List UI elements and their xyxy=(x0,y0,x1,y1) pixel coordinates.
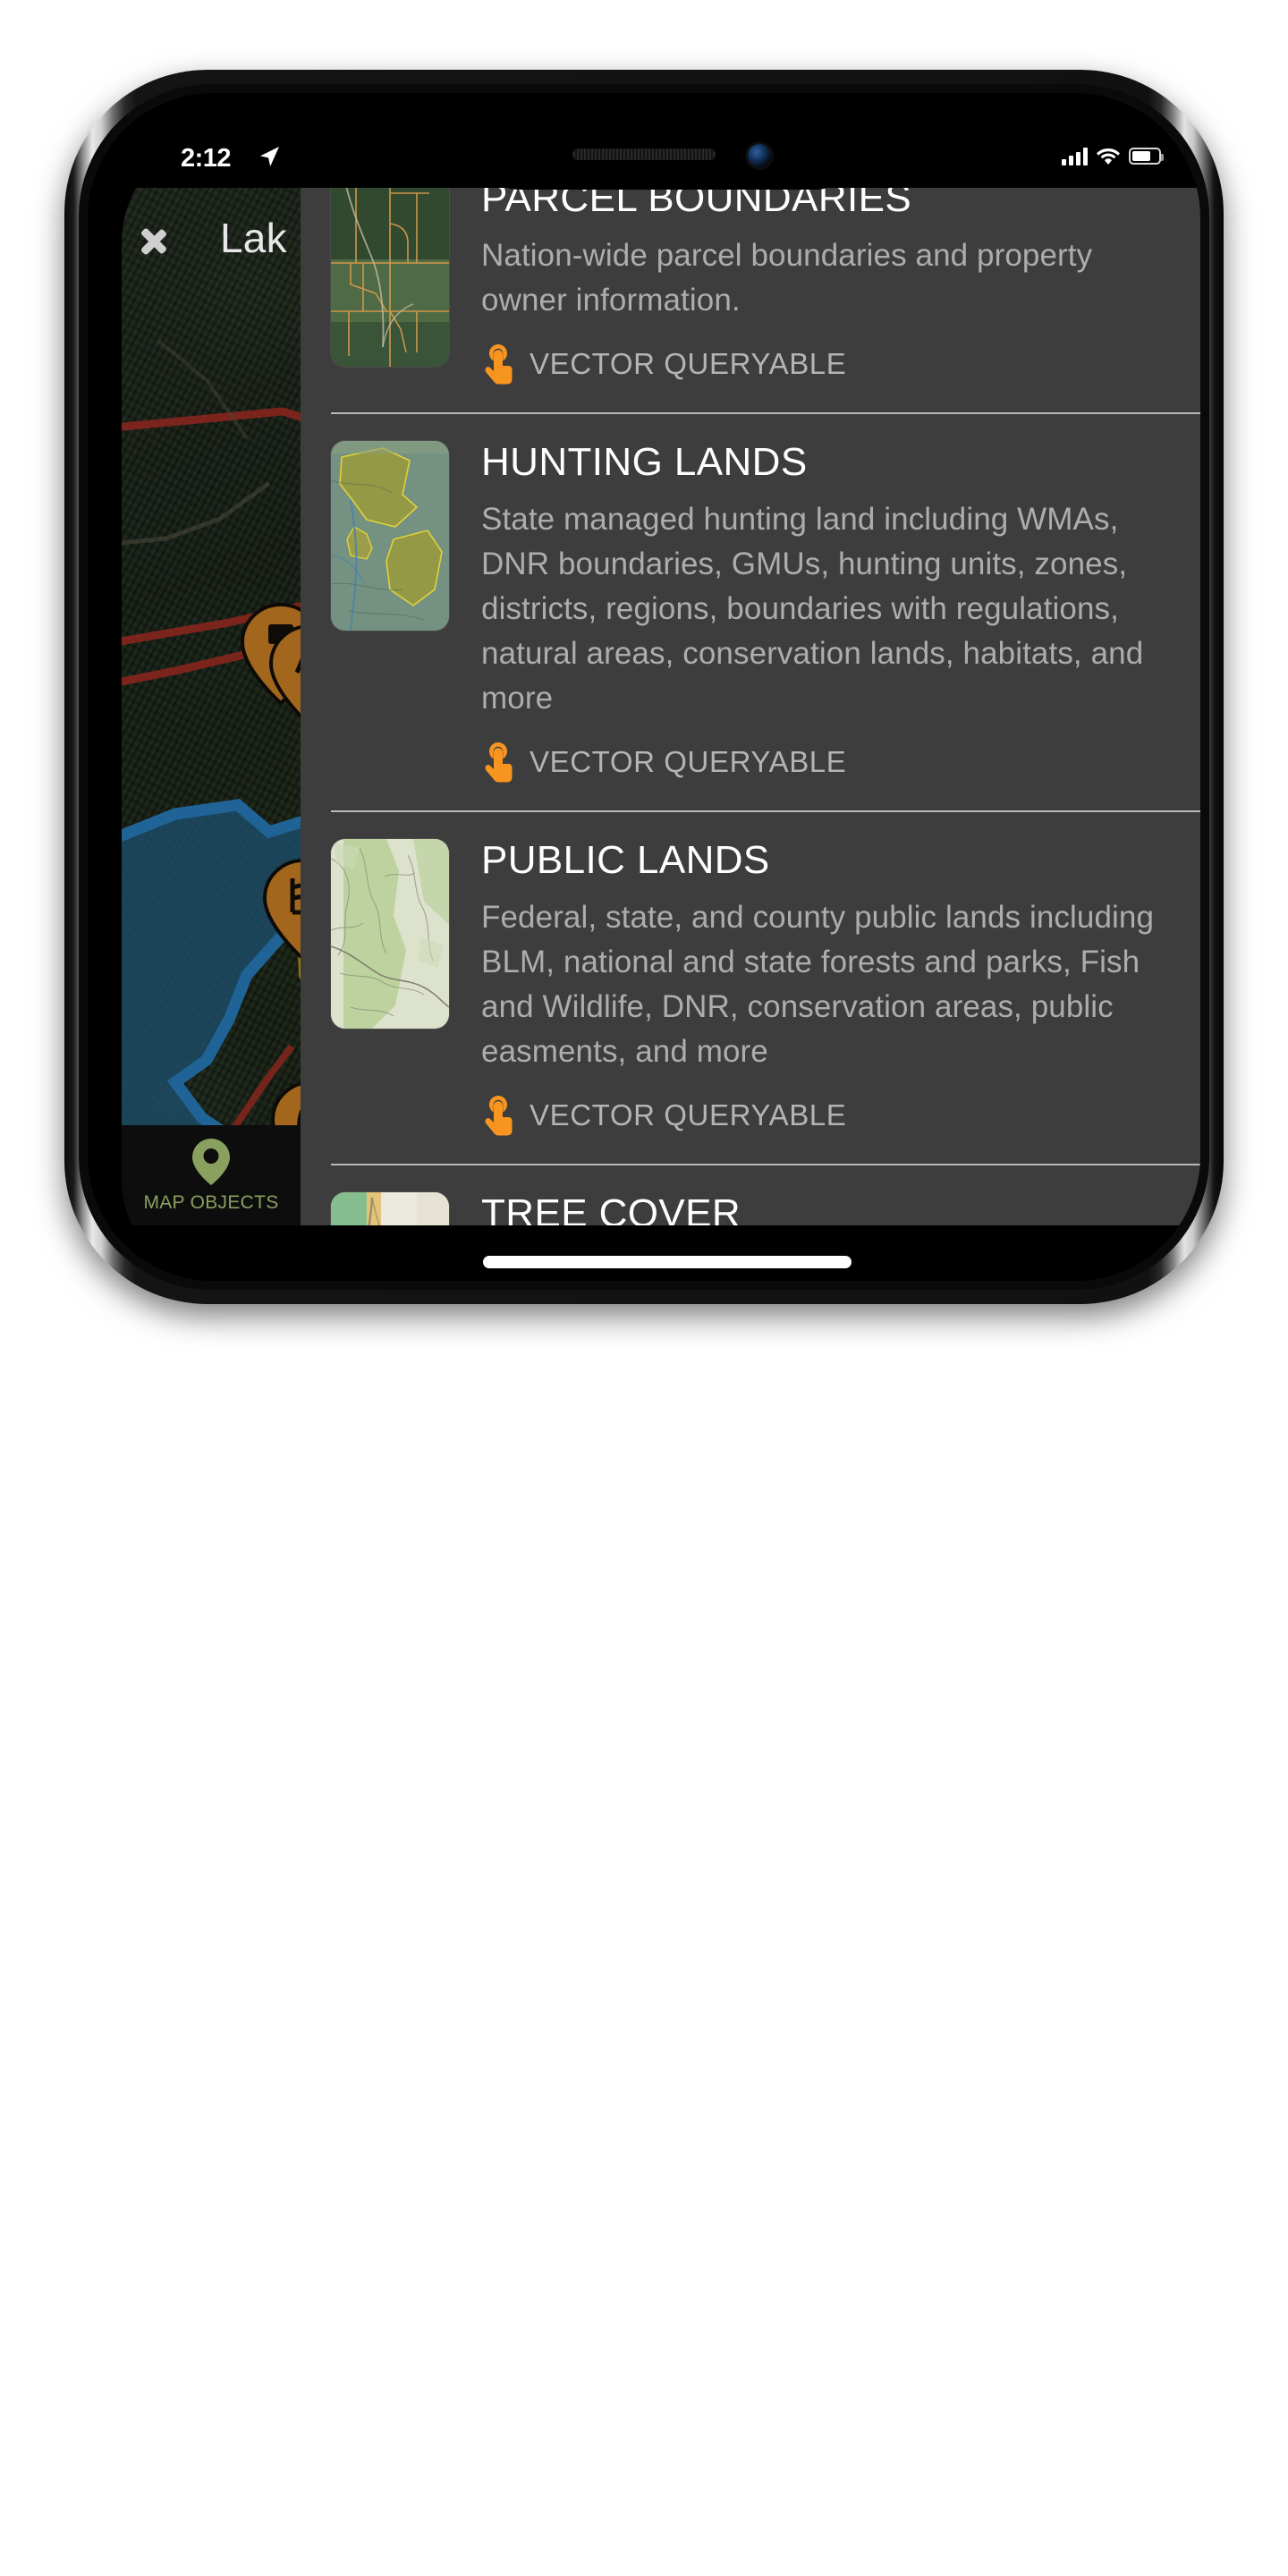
badge-vector-queryable: VECTOR QUERYABLE xyxy=(481,741,1182,784)
home-indicator[interactable] xyxy=(483,1256,852,1268)
layer-row-parcel-boundaries[interactable]: PARCEL BOUNDARIES Nation-wide parcel bou… xyxy=(331,188,1200,412)
badge-label: VECTOR QUERYABLE xyxy=(530,745,847,779)
iphone-device-mockup: Lak MAP OBJECTS PARCEL BOUNDARIES Nation… xyxy=(64,70,1224,1304)
layer-title: TREE COVER xyxy=(481,1191,741,1225)
layer-row-public-lands[interactable]: PUBLIC LANDS Federal, state, and county … xyxy=(331,810,1200,1164)
badge-vector-queryable: VECTOR QUERYABLE xyxy=(481,343,1182,386)
tab-map-objects[interactable]: MAP OBJECTS xyxy=(122,1125,301,1225)
public-lands-thumbnail xyxy=(331,839,449,1030)
tap-hand-icon xyxy=(485,742,513,783)
map-layers-list: PARCEL BOUNDARIES Nation-wide parcel bou… xyxy=(301,188,1200,1225)
map-pin-icon xyxy=(192,1139,230,1185)
map-layers-panel[interactable]: PARCEL BOUNDARIES Nation-wide parcel bou… xyxy=(301,188,1200,1225)
badge-label: VECTOR QUERYABLE xyxy=(530,1098,847,1132)
app-root: Lak MAP OBJECTS PARCEL BOUNDARIES Nation… xyxy=(122,129,1200,1281)
parcel-boundaries-thumbnail xyxy=(331,188,449,367)
layer-description: State managed hunting land including WMA… xyxy=(481,501,1144,716)
layer-row-hunting-lands[interactable]: HUNTING LANDS State managed hunting land… xyxy=(331,411,1200,810)
layer-title: PUBLIC LANDS xyxy=(481,838,770,883)
earpiece-speaker xyxy=(572,148,716,160)
device-notch xyxy=(479,129,855,190)
device-screen: Lak MAP OBJECTS PARCEL BOUNDARIES Nation… xyxy=(122,129,1200,1281)
layer-description: Nation-wide parcel boundaries and proper… xyxy=(481,237,1093,318)
hunting-lands-thumbnail xyxy=(331,440,449,631)
badge-vector-queryable: VECTOR QUERYABLE xyxy=(481,1094,1182,1137)
layer-row-tree-cover[interactable]: TREE COVER Tree cover derived though ana… xyxy=(331,1164,1200,1225)
device-bezel: Lak MAP OBJECTS PARCEL BOUNDARIES Nation… xyxy=(88,93,1200,1281)
tree-cover-thumbnail xyxy=(331,1192,449,1225)
page-title: Lak xyxy=(220,215,287,261)
tab-label-map-objects: MAP OBJECTS xyxy=(143,1192,279,1213)
tap-hand-icon xyxy=(485,1096,513,1136)
front-camera-icon xyxy=(748,144,771,167)
layer-description: Federal, state, and county public lands … xyxy=(481,899,1155,1070)
badge-label: VECTOR QUERYABLE xyxy=(530,346,847,380)
layer-title: HUNTING LANDS xyxy=(481,439,808,484)
tap-hand-icon xyxy=(485,343,513,385)
layer-title: PARCEL BOUNDARIES xyxy=(481,188,912,220)
back-chevron-icon[interactable] xyxy=(159,212,195,264)
